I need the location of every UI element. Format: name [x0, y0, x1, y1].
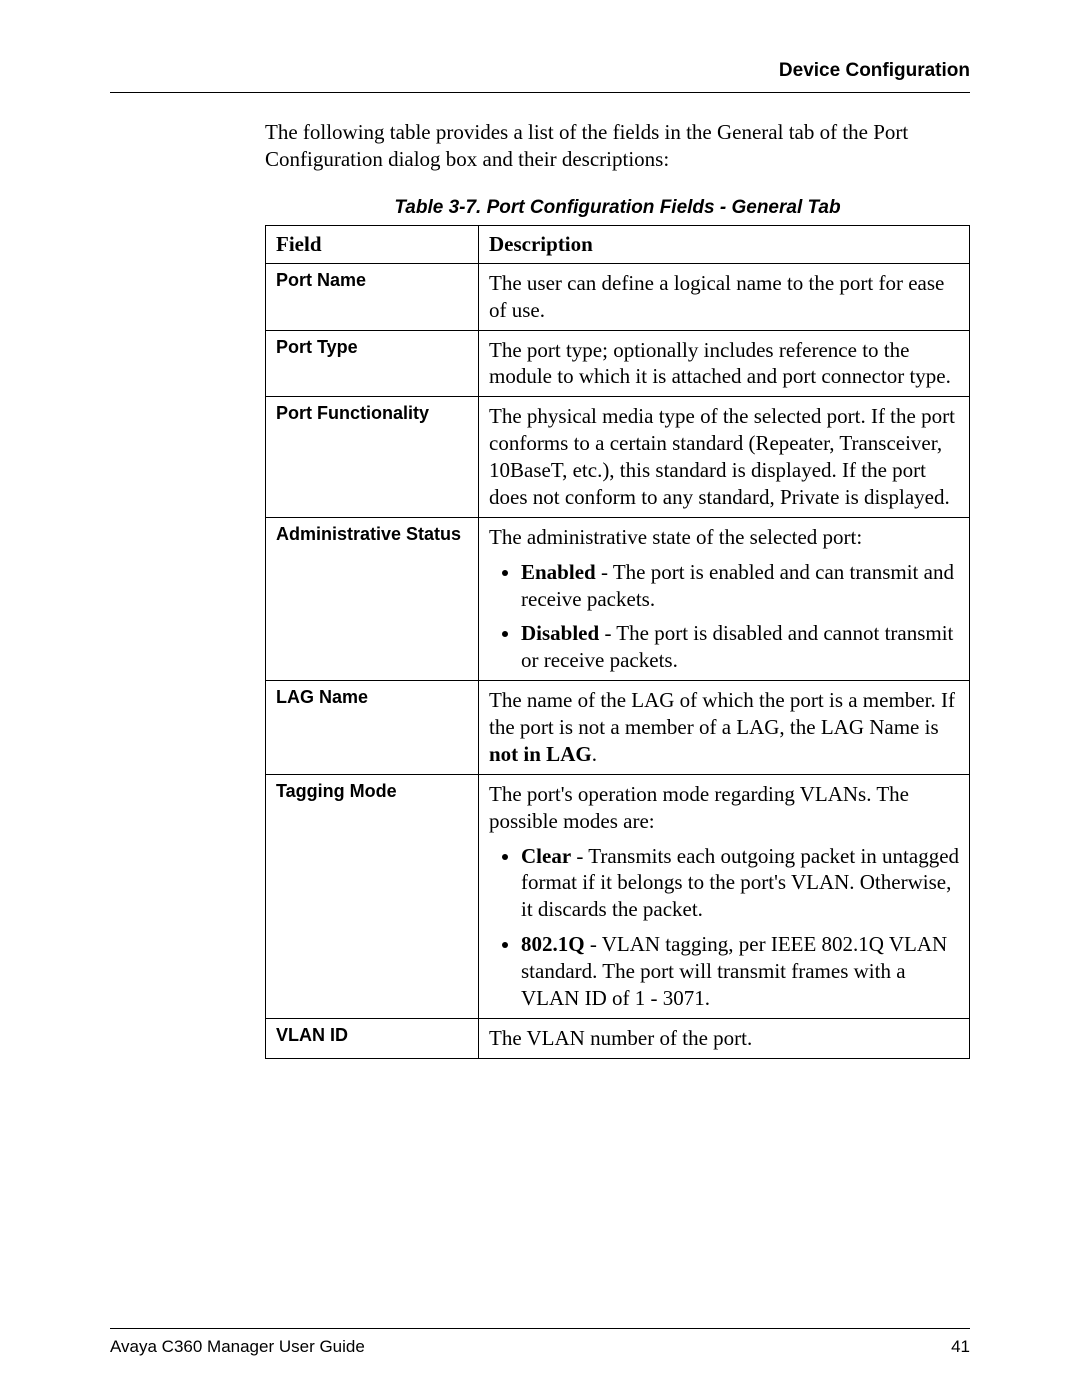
tagging-mode-bullets: Clear - Transmits each outgoing packet i…	[489, 843, 959, 1012]
admin-status-lead: The administrative state of the selected…	[489, 524, 959, 551]
list-item: 802.1Q - VLAN tagging, per IEEE 802.1Q V…	[521, 931, 959, 1012]
lag-text-pre: The name of the LAG of which the port is…	[489, 688, 955, 739]
bold-term: Enabled	[521, 560, 596, 584]
field-description: The port's operation mode regarding VLAN…	[479, 774, 970, 1018]
field-description: The port type; optionally includes refer…	[479, 330, 970, 397]
table-header-row: Field Description	[266, 225, 970, 263]
bullet-text: - Transmits each outgoing packet in unta…	[521, 844, 959, 922]
field-description: The physical media type of the selected …	[479, 397, 970, 518]
page: Device Configuration The following table…	[0, 0, 1080, 1397]
bullet-text: - VLAN tagging, per IEEE 802.1Q VLAN sta…	[521, 932, 947, 1010]
table-row: LAG Name The name of the LAG of which th…	[266, 681, 970, 775]
lag-text-post: .	[592, 742, 597, 766]
bold-term: Disabled	[521, 621, 599, 645]
table-caption: Table 3-7. Port Configuration Fields - G…	[265, 197, 970, 219]
intro-paragraph: The following table provides a list of t…	[265, 119, 970, 173]
field-description: The VLAN number of the port.	[479, 1018, 970, 1058]
list-item: Disabled - The port is disabled and cann…	[521, 620, 959, 674]
bold-term: Clear	[521, 844, 571, 868]
table-row: Port Functionality The physical media ty…	[266, 397, 970, 518]
col-header-field: Field	[266, 225, 479, 263]
page-footer: Avaya C360 Manager User Guide 41	[110, 1328, 970, 1357]
admin-status-bullets: Enabled - The port is enabled and can tr…	[489, 559, 959, 675]
field-label: Administrative Status	[266, 517, 479, 680]
table-row: Port Name The user can define a logical …	[266, 263, 970, 330]
bold-term: not in LAG	[489, 742, 592, 766]
field-label: Port Name	[266, 263, 479, 330]
field-description: The user can define a logical name to th…	[479, 263, 970, 330]
field-label: Port Type	[266, 330, 479, 397]
field-description: The name of the LAG of which the port is…	[479, 681, 970, 775]
field-label: Tagging Mode	[266, 774, 479, 1018]
table-row: Tagging Mode The port's operation mode r…	[266, 774, 970, 1018]
list-item: Clear - Transmits each outgoing packet i…	[521, 843, 959, 924]
table-row: Port Type The port type; optionally incl…	[266, 330, 970, 397]
table-row: VLAN ID The VLAN number of the port.	[266, 1018, 970, 1058]
section-header: Device Configuration	[110, 60, 970, 82]
header-rule	[110, 92, 970, 93]
field-label: VLAN ID	[266, 1018, 479, 1058]
port-config-table: Field Description Port Name The user can…	[265, 225, 970, 1059]
table-row: Administrative Status The administrative…	[266, 517, 970, 680]
footer-guide-title: Avaya C360 Manager User Guide	[110, 1337, 365, 1357]
field-description: The administrative state of the selected…	[479, 517, 970, 680]
bold-term: 802.1Q	[521, 932, 585, 956]
footer-page-number: 41	[951, 1337, 970, 1357]
list-item: Enabled - The port is enabled and can tr…	[521, 559, 959, 613]
body-area: The following table provides a list of t…	[265, 119, 970, 1059]
field-label: LAG Name	[266, 681, 479, 775]
col-header-description: Description	[479, 225, 970, 263]
footer-rule	[110, 1328, 970, 1329]
tagging-mode-lead: The port's operation mode regarding VLAN…	[489, 781, 959, 835]
footer-row: Avaya C360 Manager User Guide 41	[110, 1337, 970, 1357]
field-label: Port Functionality	[266, 397, 479, 518]
